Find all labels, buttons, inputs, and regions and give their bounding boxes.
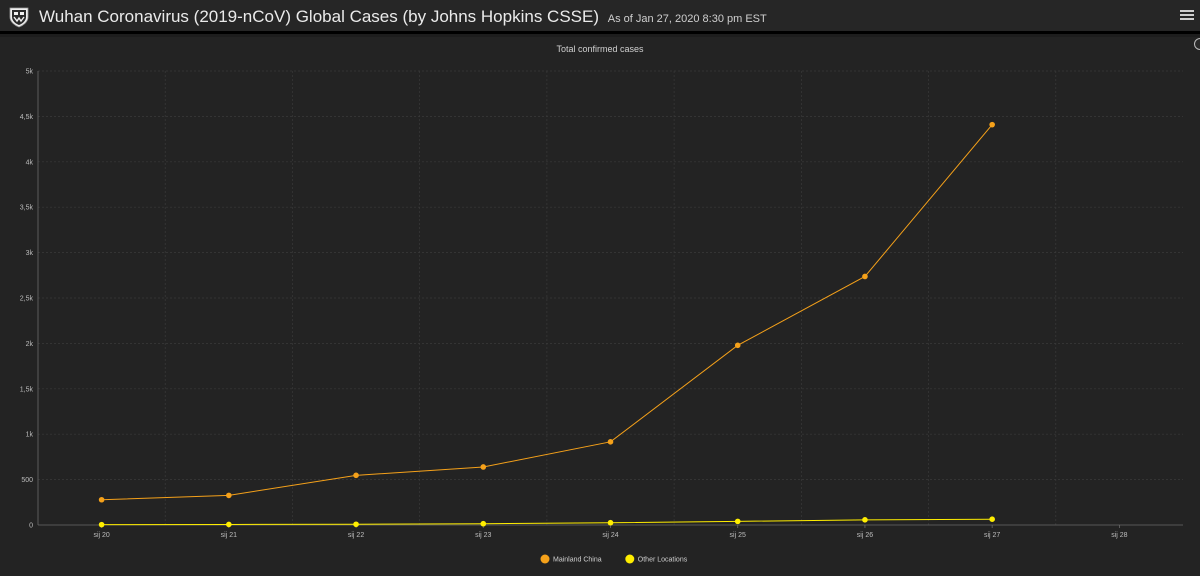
data-point: [862, 273, 868, 280]
y-tick-label: 3,5k: [20, 205, 34, 212]
app-title: Wuhan Coronavirus (2019-nCoV) Global Cas…: [39, 7, 599, 26]
data-point: [353, 521, 359, 528]
legend-marker: [540, 554, 550, 564]
data-point: [734, 518, 741, 525]
x-tick-label: sij 26: [857, 532, 873, 539]
legend-marker: [625, 554, 635, 564]
x-tick-label: sij 23: [475, 532, 491, 539]
university-shield-icon: [8, 6, 30, 28]
data-point: [607, 519, 614, 526]
y-tick-label: 500: [21, 477, 33, 484]
legend-label: Other Locations: [638, 557, 688, 564]
data-point: [480, 520, 487, 527]
y-tick-label: 4k: [26, 159, 34, 166]
hamburger-menu-icon[interactable]: [1180, 8, 1194, 24]
x-tick-label: sij 22: [348, 532, 364, 539]
data-point: [862, 517, 868, 523]
y-tick-label: 4,5k: [20, 114, 34, 121]
as-of-timestamp: As of Jan 27, 2020 8:30 pm EST: [607, 13, 767, 25]
y-tick-label: 3k: [26, 250, 34, 257]
legend-label: Mainland China: [553, 557, 602, 564]
y-tick-label: 1,5k: [20, 386, 34, 393]
x-tick-label: sij 27: [984, 532, 1000, 539]
x-tick-label: sij 20: [93, 532, 109, 539]
x-tick-label: sij 25: [730, 532, 746, 539]
data-point: [480, 464, 487, 470]
data-point: [353, 472, 359, 479]
y-tick-label: 1k: [26, 432, 34, 439]
x-tick-label: sij 21: [221, 532, 237, 539]
header-bar: Wuhan Coronavirus (2019-nCoV) Global Cas…: [0, 0, 1200, 34]
data-point: [734, 342, 741, 349]
page-title: Wuhan Coronavirus (2019-nCoV) Global Cas…: [39, 7, 767, 27]
data-point: [607, 439, 614, 445]
chart-panel: Total confirmed cases 0 500 1k 1,5k 2k 2,5k 3k…: [0, 37, 1200, 576]
data-point: [226, 521, 232, 528]
y-tick-label: 0: [29, 523, 33, 530]
x-tick-label: sij 28: [1111, 532, 1127, 539]
data-point: [98, 521, 105, 528]
data-point: [226, 492, 232, 499]
line-chart: 0 500 1k 1,5k 2k 2,5k 3k 3,5k 4k 4,5k 5k sij 20 sij …: [20, 69, 1183, 564]
x-tick-label: sij 24: [602, 532, 618, 539]
y-tick-label: 2k: [26, 341, 34, 348]
y-tick-label: 5k: [26, 69, 34, 76]
data-point: [989, 516, 995, 522]
data-point: [989, 121, 995, 128]
data-point: [98, 496, 105, 503]
y-tick-label: 2,5k: [20, 296, 34, 303]
